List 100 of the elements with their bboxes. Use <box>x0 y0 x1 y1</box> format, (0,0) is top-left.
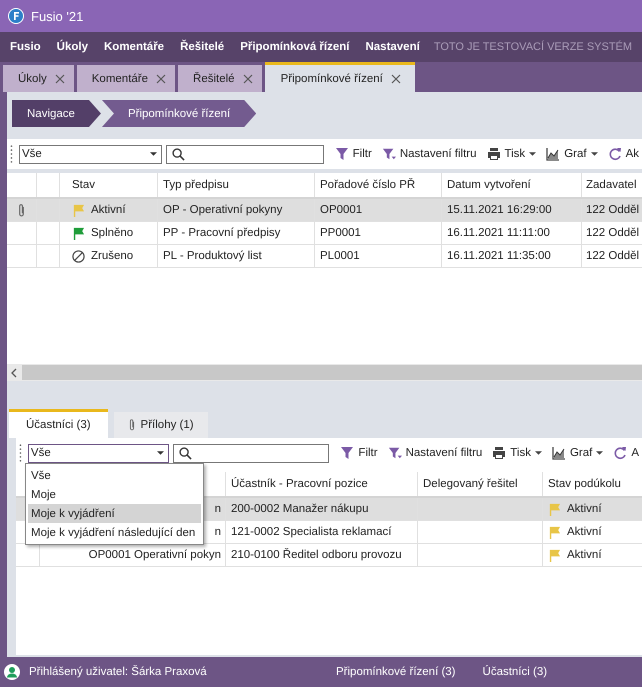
toolbar-button[interactable]: Nastavení filtru <box>384 446 486 460</box>
table-cell: PL0001 <box>320 250 360 262</box>
toolbar-button[interactable]: Tisk <box>489 446 545 460</box>
search-field[interactable] <box>166 144 324 164</box>
column-header[interactable]: Stav podúkolu <box>548 478 621 490</box>
flag-icon <box>72 204 85 216</box>
toolbar-grip-icon[interactable] <box>19 443 22 463</box>
line-chart-icon <box>546 147 560 161</box>
scroll-left-icon[interactable] <box>11 368 17 378</box>
caret-icon <box>534 451 542 455</box>
user-icon <box>4 664 20 680</box>
document-tab[interactable]: Komentáře <box>76 65 176 92</box>
line-chart-icon <box>552 446 566 460</box>
table-cell: 122 Odděl <box>586 227 640 239</box>
toolbar-button[interactable]: Ak <box>604 147 642 161</box>
panel-tab[interactable]: Přílohy (1) <box>114 412 208 438</box>
breadcrumb-item[interactable]: Připomínkové řízení <box>102 100 256 127</box>
table-cell: 122 Odděl <box>586 204 640 216</box>
refresh-icon <box>613 446 628 460</box>
search-icon <box>172 148 185 160</box>
table-cell: Aktivní <box>567 503 602 515</box>
menu-item[interactable]: Komentáře <box>96 41 172 53</box>
toolbar-grip-icon[interactable] <box>10 144 13 164</box>
table-cell: Aktivní <box>567 526 602 538</box>
toolbar-button[interactable]: Filtr <box>332 147 375 161</box>
caret-icon <box>150 152 157 156</box>
column-header[interactable]: Typ předpisu <box>163 179 229 191</box>
menu-item[interactable]: Fusio <box>0 41 49 53</box>
table-cell: OP - Operativní pokyny <box>163 204 282 216</box>
table-row[interactable]: Aktivní OP - Operativní pokyny OP0001 15.11.2021 16:29:00 122 Odděl <box>7 199 642 222</box>
table-cell: 16.11.2021 11:35:00 <box>447 250 551 262</box>
funnel-icon <box>388 446 402 460</box>
table-cell: Splněno <box>91 227 134 239</box>
funnel-icon <box>340 446 354 460</box>
prohibited-icon <box>72 250 85 262</box>
close-icon[interactable] <box>54 74 65 84</box>
table-cell: OP0001 Operativní pokyn <box>88 549 221 561</box>
close-icon[interactable] <box>390 74 401 84</box>
horizontal-scrollbar[interactable] <box>7 364 642 381</box>
funnel-icon <box>334 147 349 161</box>
search-icon <box>179 446 192 460</box>
toolbar-button[interactable]: Nastavení filtru <box>378 147 480 161</box>
toolbar-button[interactable]: A <box>610 446 642 460</box>
toolbar-button[interactable]: Graf <box>548 446 606 460</box>
logged-in-user: Přihlášený uživatel: Šárka Praxová <box>29 666 208 678</box>
column-header[interactable]: Datum vytvoření <box>447 179 531 191</box>
menu-item[interactable]: Nastavení <box>357 41 428 53</box>
table-row[interactable]: Splněno PP - Pracovní předpisy PP0001 16.11.2021 11:11:00 122 Odděl <box>7 222 642 245</box>
close-icon[interactable] <box>242 74 253 84</box>
toolbar-button[interactable]: Graf <box>543 147 601 161</box>
test-version-notice: TOTO JE TESTOVACÍ VERZE SYSTÉM <box>432 41 632 53</box>
caret-icon <box>590 152 598 156</box>
column-header[interactable]: Stav <box>72 179 96 191</box>
caret-icon <box>596 451 604 455</box>
search-field[interactable] <box>173 444 330 462</box>
table-cell: OP0001 <box>320 204 362 216</box>
column-header[interactable]: Účastník - Pracovní pozice <box>231 478 368 490</box>
flag-icon <box>548 548 561 562</box>
column-header[interactable]: Delegovaný řešitel <box>423 478 518 490</box>
menu-item[interactable]: Řešitelé <box>172 41 232 53</box>
status-item: Připomínkové řízení (3) <box>336 666 456 678</box>
close-icon[interactable] <box>156 74 166 84</box>
table-cell: n <box>214 503 221 515</box>
printer-icon <box>492 446 506 460</box>
filter-dropdown[interactable]: Vše <box>28 444 170 462</box>
filter-dropdown[interactable]: Vše <box>18 144 162 164</box>
caret-icon <box>529 152 536 156</box>
window-title: Fusio '21 <box>31 8 84 24</box>
panel-tab[interactable]: Účastníci (3) <box>9 409 108 438</box>
table-cell: 200-0002 Manažer nákupu <box>231 503 368 515</box>
table-cell: n <box>214 526 221 538</box>
menu-item[interactable]: Úkoly <box>48 41 96 53</box>
dropdown-option[interactable]: Moje k vyjádření následující den <box>28 523 201 542</box>
app-logo-icon <box>8 8 24 24</box>
table-cell: 210-0100 Ředitel odboru provozu <box>231 549 402 561</box>
dropdown-option[interactable]: Vše <box>28 466 201 485</box>
toolbar-button[interactable]: Filtr <box>337 446 381 460</box>
caret-icon <box>157 451 164 455</box>
table-cell: 16.11.2021 11:11:00 <box>447 227 550 239</box>
flag-icon <box>548 502 561 516</box>
toolbar-button[interactable]: Tisk <box>484 147 540 161</box>
table-row[interactable]: Zrušeno PL - Produktový list PL0001 16.11.2021 11:35:00 122 Odděl <box>7 245 642 268</box>
document-tab[interactable]: Úkoly <box>3 65 74 92</box>
table-cell: PL - Produktový list <box>163 250 262 262</box>
breadcrumb-item[interactable]: Navigace <box>12 100 101 127</box>
menu-item[interactable]: Připomínková řízení <box>232 41 358 53</box>
table-cell: Aktivní <box>91 204 126 216</box>
column-header[interactable]: Zadavatel <box>586 179 637 191</box>
dropdown-option[interactable]: Moje k vyjádření <box>28 504 201 523</box>
table-cell: Zrušeno <box>91 250 134 262</box>
table-cell: Aktivní <box>567 549 602 561</box>
printer-icon <box>486 147 501 161</box>
table-cell: 122 Odděl <box>586 250 640 262</box>
document-tab[interactable]: Připomínkové řízení <box>264 62 415 92</box>
funnel-icon <box>382 147 396 161</box>
status-item: Účastníci (3) <box>482 666 548 678</box>
table-cell: 121-0002 Specialista reklamací <box>231 526 392 538</box>
column-header[interactable]: Pořadové číslo PŘ <box>320 179 416 191</box>
document-tab[interactable]: Řešitelé <box>178 65 262 92</box>
table-cell: 15.11.2021 16:29:00 <box>447 204 552 216</box>
